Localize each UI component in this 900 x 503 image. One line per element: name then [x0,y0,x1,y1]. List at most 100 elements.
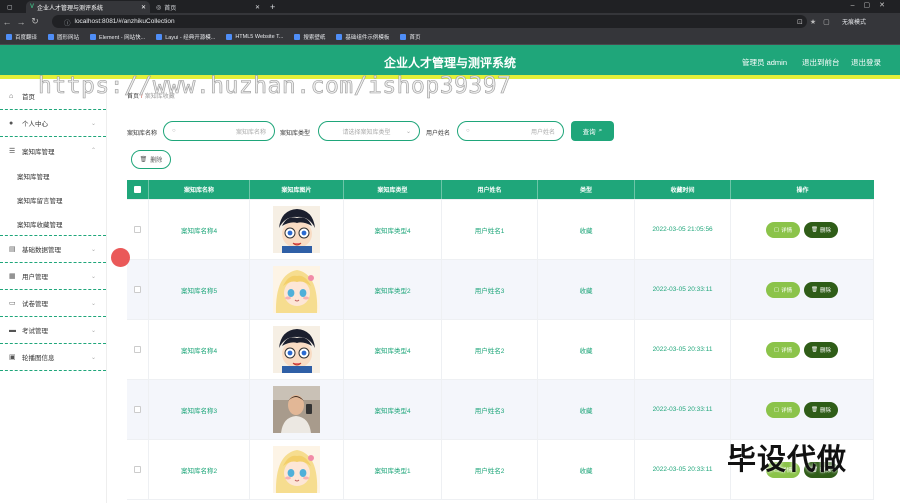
row-checkbox[interactable] [134,226,141,233]
sidebar-item-users[interactable]: ▦ 用户管理 ⌄ [0,263,106,290]
favorite-time-cell: 2022-03-05 20:33:11 [635,380,731,439]
user-name-cell: 用户姓名3 [442,260,538,319]
browser-menu[interactable]: ▢ [3,1,23,13]
case-thumbnail[interactable] [273,446,320,493]
image-icon: ▣ [9,354,16,361]
sidebar-item-papers[interactable]: ▭ 试卷管理 ⌄ [0,290,106,317]
favorite-time-cell: 2022-03-05 20:33:11 [635,260,731,319]
bookmark-item[interactable]: HTML5 Website T... [226,34,283,40]
breadcrumb-separator: / [141,94,143,100]
trash-icon: 🗑 [811,286,818,293]
incognito-indicator[interactable]: 无痕模式 [842,17,866,26]
bookmark-item[interactable]: 基础组件示例模板 [336,33,389,41]
batch-delete-button[interactable]: 🗑 删除 [131,150,171,169]
bookmark-item[interactable]: Element - 网站快... [90,33,145,41]
sidebar-item-home[interactable]: ⌂ 首页 [0,83,106,110]
detail-button[interactable]: ▢ 详情 [766,221,800,238]
window-controls[interactable]: –▢✕ [851,1,894,9]
chevron-down-icon: ⌄ [90,120,96,127]
bookmark-icon [400,34,407,40]
kind-cell: 收藏 [538,380,635,439]
row-checkbox[interactable] [134,286,141,293]
table-header: 案知库名称 案知库图片 案知库类型 用户姓名 类型 收藏时间 操作 [127,180,874,200]
browser-tab-active[interactable]: V 企业人才管理与测评系统 ✕ [26,1,150,13]
delete-button[interactable]: 🗑 删除 [804,221,838,238]
delete-button[interactable]: 🗑 删除 [804,401,838,418]
sidebar-subitem-case-favorites[interactable]: 案知库收藏管理 [0,212,106,236]
kind-cell: 收藏 [538,200,635,259]
bookmark-icon [226,34,233,40]
detail-icon: ▢ [773,286,780,293]
actions-cell: ▢ 详情 🗑 删除 [731,320,874,379]
favorite-time-cell: 2022-03-05 21:05:56 [635,200,731,259]
name-search-input[interactable]: ○ 案知库名称 [163,121,275,141]
case-image-cell [250,260,344,319]
close-tab-icon[interactable]: ✕ [141,4,146,11]
case-type-cell: 案知库类型2 [344,260,442,319]
bookmark-item[interactable]: 首页 [400,33,420,41]
bookmark-icon [336,34,343,40]
breadcrumb: 首页 / 案知库收藏 [127,91,175,100]
trash-icon: 🗑 [811,346,818,353]
kind-cell: 收藏 [538,320,635,379]
home-icon: ⌂ [9,92,14,100]
row-checkbox[interactable] [134,466,141,473]
query-button[interactable]: 查询 ⌕ [571,121,614,141]
col-header: 类型 [538,180,635,199]
exam-icon: ▬ [9,326,16,334]
url-input[interactable]: ⓘ localhost:8081/#/anzhikuCollection [52,15,807,28]
promo-text: 毕设代做 [727,444,848,476]
delete-button[interactable]: 🗑 删除 [804,281,838,298]
sidebar-item-profile[interactable]: ● 个人中心 ⌄ [0,110,106,137]
detail-button[interactable]: ▢ 详情 [766,401,800,418]
delete-button[interactable]: 🗑 删除 [804,341,838,358]
new-tab-button[interactable]: + [266,1,280,13]
table-row: 案知库名称3 案知库类型4 用户姓名3 收藏 2022-03-05 20:33:11 ▢ 详… [127,380,874,440]
bookmark-icon [90,34,97,40]
forward-icon[interactable]: → [14,17,28,27]
breadcrumb-home[interactable]: 首页 [127,94,139,100]
row-checkbox[interactable] [134,406,141,413]
case-thumbnail[interactable] [273,386,320,433]
sidebar-item-case-library[interactable]: ☰ 案知库管理 ⌃ [0,137,106,164]
type-select[interactable]: 请选择案知库类型 ⌄ [318,121,420,141]
sidebar-item-label: 轮播图信息 [22,355,55,362]
sidebar-item-carousel[interactable]: ▣ 轮播图信息 ⌄ [0,344,106,371]
case-name-cell: 案知库名称3 [149,380,250,439]
reload-icon[interactable]: ↻ [28,16,42,27]
sidebar-subitem-case-comments[interactable]: 案知库留言管理 [0,188,106,212]
case-type-cell: 案知库类型1 [344,440,442,499]
favorite-time-cell: 2022-03-05 20:33:11 [635,320,731,379]
sidebar-subitem-case-manage[interactable]: 案知库管理 [0,164,106,188]
browser-tab[interactable]: ◎ 首页 ✕ [152,1,264,13]
close-tab-icon[interactable]: ✕ [255,4,260,11]
case-thumbnail[interactable] [273,326,320,373]
table-row: 案知库名称4 案知库类型4 用户姓名2 收藏 2022-03-05 20:33:11 ▢ 详… [127,320,874,380]
detail-button[interactable]: ▢ 详情 [766,341,800,358]
current-user: 管理员 admin [742,58,788,67]
user-search-input[interactable]: ○ 用户姓名 [457,121,564,141]
bookmark-item[interactable]: 搜索壁纸 [294,33,325,41]
toolbar-icons[interactable]: ⊡★▢ [797,18,837,26]
cursor-highlight [111,248,130,267]
case-thumbnail[interactable] [273,206,320,253]
chevron-down-icon: ⌄ [90,354,96,361]
bookmark-item[interactable]: Layui - 经典开源模... [156,33,215,41]
logout-link[interactable]: 退出登录 [851,57,881,68]
bookmark-item[interactable]: 百度翻译 [6,33,37,41]
search-icon: ⌕ [598,127,603,134]
case-thumbnail[interactable] [273,266,320,313]
sidebar-item-base-data[interactable]: ▤ 基础数据管理 ⌄ [0,236,106,263]
url-text: localhost:8081/#/anzhikuCollection [74,18,175,25]
select-all-checkbox[interactable] [134,186,141,193]
row-checkbox[interactable] [134,346,141,353]
user-name-cell: 用户姓名1 [442,200,538,259]
case-image-cell [250,200,344,259]
detail-button[interactable]: ▢ 详情 [766,281,800,298]
col-header: 操作 [796,188,809,194]
back-icon[interactable]: ← [0,17,14,27]
back-to-frontend-link[interactable]: 退出到前台 [802,57,840,68]
bookmark-item[interactable]: 圆形网站 [48,33,79,41]
chevron-up-icon: ⌃ [90,148,96,154]
sidebar-item-exams[interactable]: ▬ 考试管理 ⌄ [0,317,106,344]
